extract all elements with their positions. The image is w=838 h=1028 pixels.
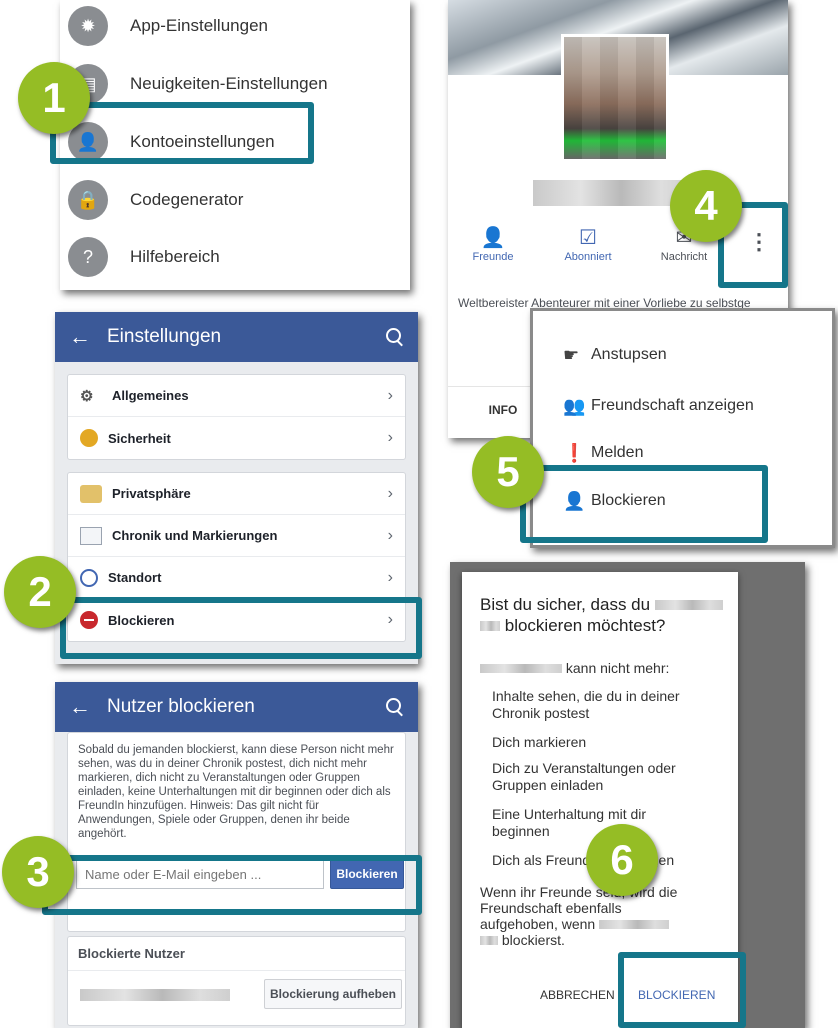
- subscribed-action[interactable]: ☑ Abonniert: [548, 225, 628, 263]
- settings-header: ← Einstellungen: [55, 312, 418, 362]
- note-line: Freundschaft ebenfalls: [480, 900, 622, 916]
- note-line: aufgehoben, wenn: [480, 916, 596, 932]
- friendship-icon: 👥: [563, 395, 586, 416]
- highlight-box-3: [42, 855, 422, 915]
- report-icon: ❗: [563, 442, 586, 463]
- menu-item-label: Melden: [591, 444, 644, 461]
- note-line: blockierst.: [501, 932, 565, 948]
- timeline-icon: [80, 526, 102, 545]
- settings-item-label: Sicherheit: [108, 430, 171, 446]
- blocked-name-redacted: [480, 664, 562, 673]
- menu-item-code-generator[interactable]: 🔒 Codegenerator: [68, 174, 243, 226]
- subscribed-icon: ☑: [579, 227, 597, 249]
- menu-item-label: Neuigkeiten-Einstellungen: [130, 74, 328, 93]
- settings-item-general[interactable]: ⚙ Allgemeines ›: [68, 375, 405, 417]
- friendship-note: Wenn ihr Freunde seid, wird die Freundsc…: [480, 884, 677, 948]
- menu-item-label: Freundschaft anzeigen: [591, 397, 754, 414]
- lock-icon: 🔒: [68, 180, 108, 220]
- back-arrow-icon[interactable]: ←: [69, 324, 99, 350]
- search-icon[interactable]: [386, 328, 404, 346]
- highlight-box-1: [50, 102, 314, 164]
- friends-icon: 👤: [480, 227, 506, 249]
- action-label: Abonniert: [564, 251, 612, 263]
- menu-item-app-settings[interactable]: ✹ App-Einstellungen: [68, 0, 268, 52]
- menu-item-help[interactable]: ? Hilfebereich: [68, 231, 220, 283]
- cannot-more-label: kann nicht mehr:: [565, 660, 670, 676]
- blocked-users-card: Blockierte Nutzer Blockierung aufheben: [67, 936, 406, 1026]
- settings-item-label: Allgemeines: [112, 388, 189, 403]
- menu-item-label: Codegenerator: [130, 190, 244, 209]
- step-badge-2: 2: [4, 556, 76, 628]
- cancel-button[interactable]: ABBRECHEN: [540, 988, 615, 1002]
- settings-group-general: ⚙ Allgemeines › Sicherheit ›: [67, 374, 406, 460]
- settings-item-timeline[interactable]: Chronik und Markierungen ›: [68, 515, 405, 557]
- menu-item-poke[interactable]: ☛ Anstupsen: [563, 331, 667, 379]
- blocked-name-redacted: [480, 621, 500, 631]
- chevron-right-icon: ›: [387, 526, 393, 544]
- settings-item-label: Privatsphäre: [112, 486, 191, 501]
- chevron-right-icon: ›: [387, 484, 393, 502]
- badge-icon: [80, 429, 98, 447]
- gears-icon: ⚙: [80, 387, 94, 405]
- block-description: Sobald du jemanden blockierst, kann dies…: [78, 744, 394, 840]
- restriction-item: Inhalte sehen, die du in deiner Chronik …: [492, 688, 680, 721]
- menu-item-label: Anstupsen: [591, 346, 667, 363]
- friends-action[interactable]: 👤 Freunde: [453, 225, 533, 263]
- cannot-more-line: kann nicht mehr:: [480, 660, 669, 676]
- menu-item-label: App-Einstellungen: [130, 16, 268, 35]
- step-badge-5: 5: [472, 436, 544, 508]
- menu-item-friendship[interactable]: 👥 Freundschaft anzeigen: [563, 382, 754, 430]
- dialog-question: Bist du sicher, dass du blockieren möcht…: [480, 594, 730, 636]
- back-arrow-icon[interactable]: ←: [69, 694, 99, 720]
- chevron-right-icon: ›: [387, 429, 393, 446]
- question-line-1: Bist du sicher, dass du: [480, 595, 651, 614]
- profile-name: [533, 180, 693, 206]
- step-badge-6: 6: [586, 824, 658, 896]
- settings-item-label: Standort: [108, 570, 162, 585]
- blocked-users-heading: Blockierte Nutzer: [68, 937, 405, 971]
- settings-item-location[interactable]: Standort ›: [68, 557, 405, 599]
- blocked-name-redacted: [599, 920, 670, 929]
- step-badge-4: 4: [670, 170, 742, 242]
- restriction-item: Dich markieren: [492, 734, 587, 750]
- note-line: Wenn ihr Freunde seid, wird die: [480, 884, 678, 900]
- unblock-button[interactable]: Blockierung aufheben: [264, 979, 402, 1009]
- chevron-right-icon: ›: [387, 386, 393, 404]
- search-icon[interactable]: [386, 698, 404, 716]
- step-badge-3: 3: [2, 836, 74, 908]
- compass-icon: [80, 568, 98, 587]
- highlight-box-6: [618, 952, 746, 1028]
- blocked-user-name: [80, 989, 230, 1001]
- menu-item-label: Hilfebereich: [130, 247, 220, 266]
- settings-item-privacy[interactable]: Privatsphäre ›: [68, 473, 405, 515]
- settings-item-security[interactable]: Sicherheit ›: [68, 417, 405, 459]
- restriction-item: Dich zu Veranstaltungen oder Gruppen ein…: [492, 760, 676, 793]
- step-badge-1: 1: [18, 62, 90, 134]
- help-icon: ?: [68, 237, 108, 277]
- question-line-2: blockieren möchtest?: [504, 616, 666, 635]
- padlock-icon: [80, 484, 102, 503]
- block-users-header: ← Nutzer blockieren: [55, 682, 418, 732]
- action-label: Nachricht: [660, 251, 708, 263]
- page-title: Einstellungen: [107, 326, 222, 347]
- highlight-box-2: [60, 597, 422, 659]
- blocked-name-redacted: [654, 600, 723, 610]
- avatar: [561, 34, 669, 162]
- page-title: Nutzer blockieren: [107, 696, 255, 717]
- poke-icon: ☛: [563, 344, 580, 365]
- gear-icon: ✹: [68, 6, 108, 46]
- settings-item-label: Chronik und Markierungen: [112, 528, 278, 543]
- action-label: Freunde: [472, 251, 514, 263]
- highlight-box-5: [520, 465, 768, 543]
- blocked-name-redacted: [480, 936, 498, 945]
- chevron-right-icon: ›: [387, 568, 393, 586]
